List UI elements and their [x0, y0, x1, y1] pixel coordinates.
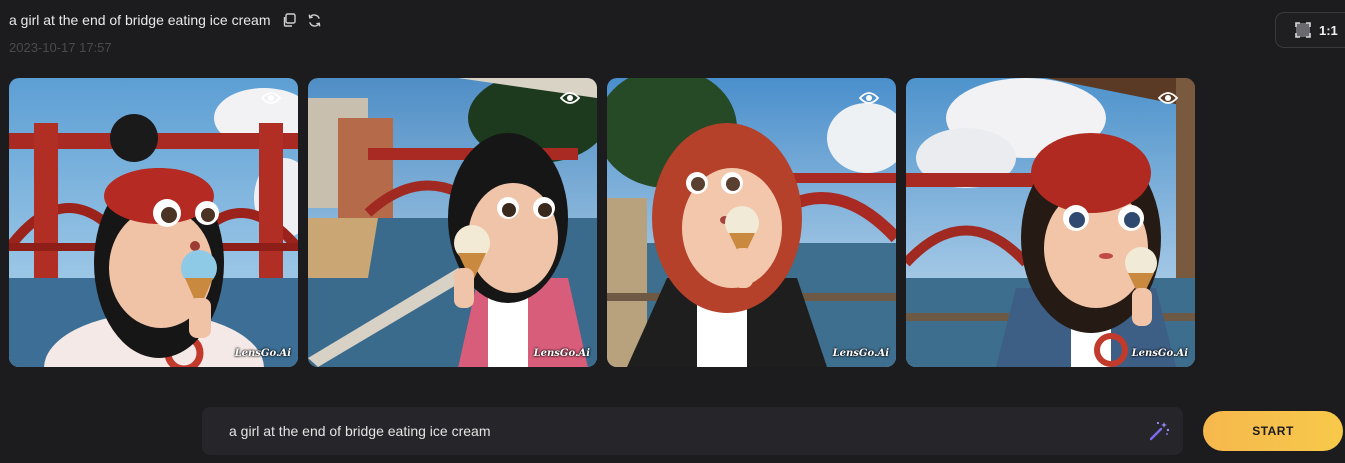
image-illustration [906, 78, 1195, 367]
aspect-ratio-selector[interactable]: 1:1 [1275, 12, 1345, 48]
title-row: a girl at the end of bridge eating ice c… [9, 12, 323, 28]
generated-image-2[interactable]: LensGo.Ai [308, 78, 597, 367]
eye-icon[interactable] [859, 91, 879, 105]
timestamp: 2023-10-17 17:57 [9, 40, 112, 55]
generated-image-1[interactable]: LensGo.Ai [9, 78, 298, 367]
prompt-title: a girl at the end of bridge eating ice c… [9, 12, 271, 28]
image-illustration [308, 78, 597, 367]
aspect-ratio-icon [1295, 22, 1311, 38]
generated-image-3[interactable]: LensGo.Ai [607, 78, 896, 367]
aspect-ratio-label: 1:1 [1319, 22, 1338, 38]
eye-icon[interactable] [560, 91, 580, 105]
eye-icon[interactable] [1158, 91, 1178, 105]
watermark: LensGo.Ai [1131, 348, 1188, 359]
image-illustration [607, 78, 896, 367]
prompt-input[interactable] [227, 422, 1147, 440]
watermark: LensGo.Ai [234, 348, 291, 359]
start-button[interactable]: START [1203, 411, 1343, 451]
refresh-icon[interactable] [307, 12, 323, 28]
image-generation-result-page: a girl at the end of bridge eating ice c… [0, 0, 1345, 463]
watermark: LensGo.Ai [832, 348, 889, 359]
image-illustration [9, 78, 298, 367]
generated-image-4[interactable]: LensGo.Ai [906, 78, 1195, 367]
result-header: a girl at the end of bridge eating ice c… [9, 12, 323, 55]
magic-wand-icon[interactable] [1147, 419, 1171, 443]
generated-images-grid: LensGo.Ai LensGo.Ai LensGo.Ai LensGo.Ai [9, 78, 1195, 367]
watermark: LensGo.Ai [533, 348, 590, 359]
prompt-bar [202, 407, 1183, 455]
copy-icon[interactable] [281, 12, 297, 28]
eye-icon[interactable] [261, 91, 281, 105]
